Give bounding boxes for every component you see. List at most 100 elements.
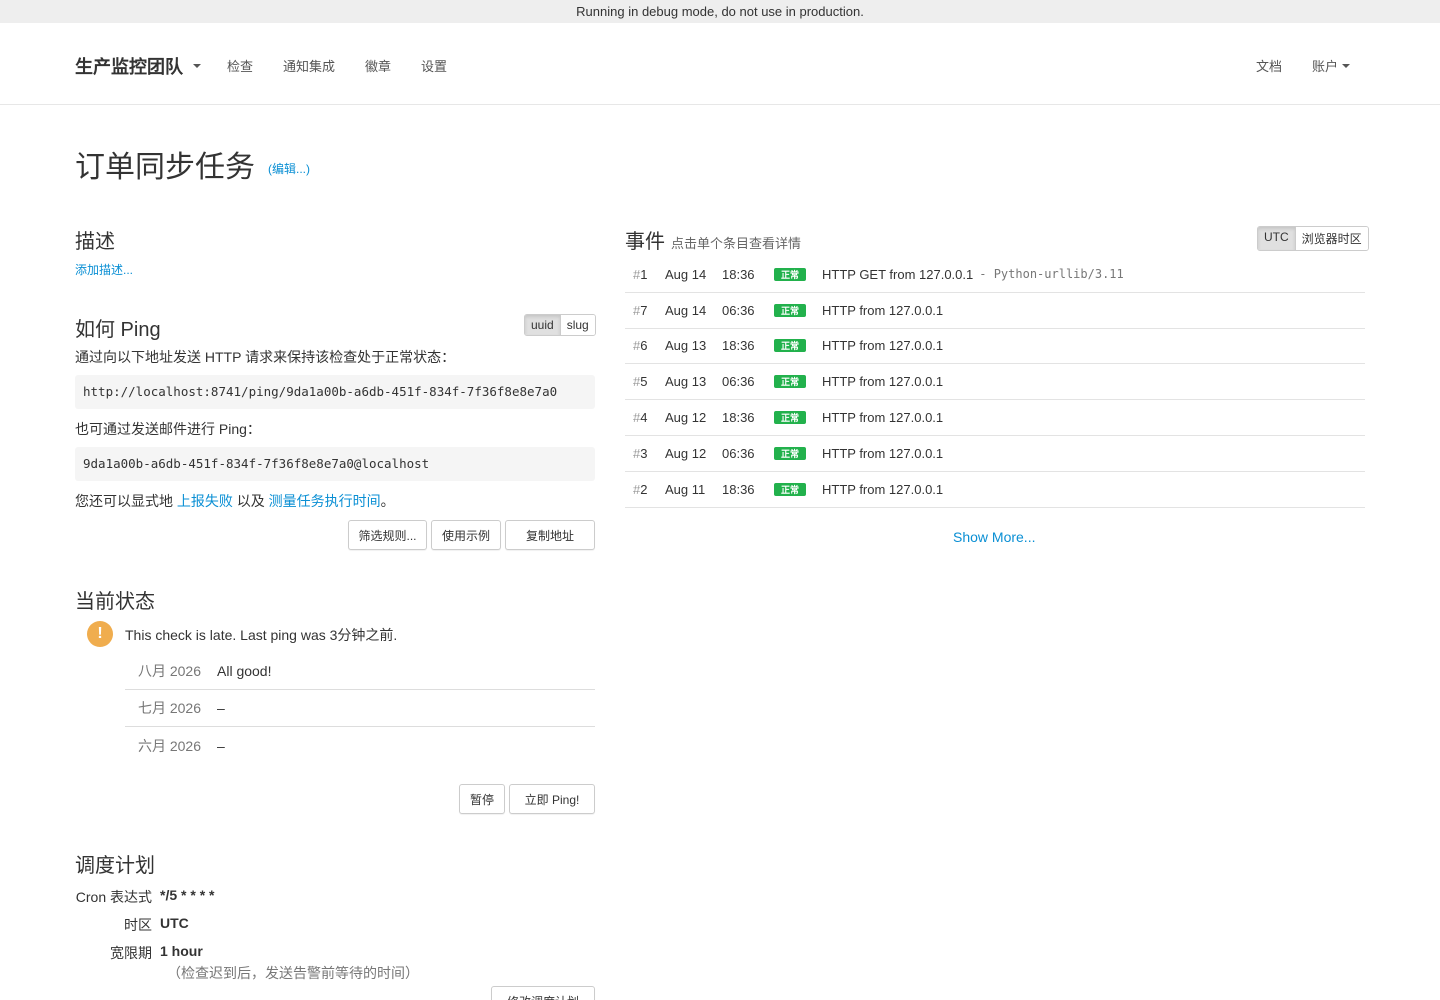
event-row[interactable]: #6 Aug 13 18:36 正常 HTTP from 127.0.0.1 <box>625 329 1365 365</box>
event-description: HTTP from 127.0.0.1 <box>822 302 944 318</box>
event-description: HTTP from 127.0.0.1 <box>822 410 944 426</box>
grace-row: 宽限期 1 hour <box>75 943 203 963</box>
event-row[interactable]: #1 Aug 14 18:36 正常 HTTP GET from 127.0.0… <box>625 257 1365 293</box>
timezone-row: 时区 UTC <box>75 915 189 935</box>
event-user-agent: - Python-urllib/3.11 <box>979 267 1124 282</box>
measure-duration-link[interactable]: 测量任务执行时间 <box>269 493 381 509</box>
timezone-value: UTC <box>160 915 189 931</box>
event-row[interactable]: #4 Aug 12 18:36 正常 HTTP from 127.0.0.1 <box>625 400 1365 436</box>
event-number: #4 <box>625 410 665 425</box>
add-description-link[interactable]: 添加描述... <box>75 261 133 278</box>
usage-examples-button[interactable]: 使用示例 <box>431 520 501 550</box>
events-header: 事件 点击单个条目查看详情 <box>625 225 801 254</box>
status-badge: 正常 <box>774 375 806 389</box>
cron-row: Cron 表达式 */5 * * * * <box>75 887 215 907</box>
timezone-label: 时区 <box>124 917 152 933</box>
warning-icon: ! <box>87 621 113 647</box>
nav-account[interactable]: 账户 <box>1312 56 1350 75</box>
email-intro-text: 也可通过发送邮件进行 Ping： <box>75 421 261 437</box>
project-name: 生产监控团队 <box>75 57 183 77</box>
event-time: 18:36 <box>722 481 755 497</box>
url-format-toggle: uuid slug <box>524 314 596 336</box>
month-value: – <box>217 737 225 754</box>
event-time: 18:36 <box>722 266 755 282</box>
event-id: 2 <box>640 481 648 497</box>
toggle-slug[interactable]: slug <box>559 315 595 335</box>
account-label: 账户 <box>1311 59 1338 74</box>
nav-docs[interactable]: 文档 <box>1256 56 1282 75</box>
schedule-heading: 调度计划 <box>75 855 155 877</box>
description-heading: 描述 <box>75 231 115 253</box>
event-row[interactable]: #7 Aug 14 06:36 正常 HTTP from 127.0.0.1 <box>625 293 1365 329</box>
event-time: 18:36 <box>722 338 755 354</box>
event-id: 6 <box>640 338 648 354</box>
event-description: HTTP from 127.0.0.1 <box>822 374 944 390</box>
copy-url-button[interactable]: 复制地址 <box>505 520 595 550</box>
event-date: Aug 12 <box>665 445 707 461</box>
also-suffix: 。 <box>380 493 395 509</box>
edit-check-link[interactable]: (编辑...) <box>268 160 310 177</box>
event-number: #2 <box>625 482 665 497</box>
status-badge: 正常 <box>774 303 806 317</box>
event-id: 1 <box>640 266 648 282</box>
filtering-rules-button[interactable]: 筛选规则... <box>348 520 427 550</box>
event-id: 3 <box>640 445 648 461</box>
event-row[interactable]: #2 Aug 11 18:36 正常 HTTP from 127.0.0.1 <box>625 472 1365 508</box>
grace-label: 宽限期 <box>110 945 152 961</box>
month-label: 八月 2026 <box>137 663 201 679</box>
caret-down-icon <box>193 64 201 68</box>
month-label: 七月 2026 <box>137 700 201 716</box>
event-row[interactable]: #3 Aug 12 06:36 正常 HTTP from 127.0.0.1 <box>625 436 1365 472</box>
event-number: #5 <box>625 374 665 389</box>
ping-intro-text: 通过向以下地址发送 HTTP 请求来保持该检查处于正常状态： <box>75 349 456 365</box>
main-nav: 检查 通知集成 徽章 设置 <box>227 56 477 75</box>
events-hint: 点击单个条目查看详情 <box>671 236 802 251</box>
event-time: 06:36 <box>722 374 755 390</box>
project-switcher[interactable]: 生产监控团队 <box>75 53 201 79</box>
nav-integrations[interactable]: 通知集成 <box>283 56 335 75</box>
event-time: 06:36 <box>722 445 755 461</box>
nav-badges[interactable]: 徽章 <box>365 56 391 75</box>
timezone-toggle: UTC 浏览器时区 <box>1257 226 1369 251</box>
event-id: 7 <box>640 302 648 318</box>
status-badge: 正常 <box>774 267 806 281</box>
pause-button[interactable]: 暂停 <box>459 784 505 814</box>
ping-now-button[interactable]: 立即 Ping! <box>509 784 595 814</box>
event-description: HTTP GET from 127.0.0.1 <box>822 266 974 282</box>
ping-url[interactable]: http://localhost:8741/ping/9da1a00b-a6db… <box>75 375 595 409</box>
nav-checks[interactable]: 检查 <box>227 56 253 75</box>
month-label: 六月 2026 <box>137 737 201 754</box>
toggle-utc[interactable]: UTC <box>1258 227 1295 250</box>
event-date: Aug 12 <box>665 410 707 426</box>
event-date: Aug 13 <box>665 374 707 390</box>
how-to-ping-heading: 如何 Ping <box>75 319 161 341</box>
show-more-link[interactable]: Show More... <box>953 529 1035 545</box>
report-failure-link[interactable]: 上报失败 <box>177 493 233 509</box>
status-month-row: 八月 2026 All good! <box>125 653 595 690</box>
event-number: #6 <box>625 338 665 353</box>
month-value: – <box>217 700 225 716</box>
month-value: All good! <box>217 663 272 679</box>
nav-settings[interactable]: 设置 <box>421 56 447 75</box>
status-badge: 正常 <box>774 446 806 460</box>
events-list: #1 Aug 14 18:36 正常 HTTP GET from 127.0.0… <box>625 257 1365 508</box>
status-badge: 正常 <box>774 411 806 425</box>
event-date: Aug 14 <box>665 302 707 318</box>
event-row[interactable]: #5 Aug 13 06:36 正常 HTTP from 127.0.0.1 <box>625 364 1365 401</box>
status-month-row: 七月 2026 – <box>125 690 595 727</box>
event-description: HTTP from 127.0.0.1 <box>822 445 944 461</box>
status-message: This check is late. Last ping was 3分钟之前. <box>125 627 398 643</box>
toggle-browser-tz[interactable]: 浏览器时区 <box>1294 227 1368 250</box>
event-id: 4 <box>640 410 648 426</box>
also-prefix: 您还可以显式地 <box>75 493 177 509</box>
event-time: 18:36 <box>722 410 755 426</box>
change-schedule-button[interactable]: 修改调度计划 <box>491 986 595 1000</box>
also-middle: 以及 <box>232 493 269 509</box>
current-status-heading: 当前状态 <box>75 591 155 613</box>
event-number: #3 <box>625 446 665 461</box>
event-description: HTTP from 127.0.0.1 <box>822 481 944 497</box>
toggle-uuid[interactable]: uuid <box>525 315 560 335</box>
also-text: 您还可以显式地 上报失败 以及 测量任务执行时间。 <box>75 491 395 511</box>
ping-email[interactable]: 9da1a00b-a6db-451f-834f-7f36f8e8e7a0@loc… <box>75 447 595 481</box>
status-badge: 正常 <box>774 482 806 496</box>
